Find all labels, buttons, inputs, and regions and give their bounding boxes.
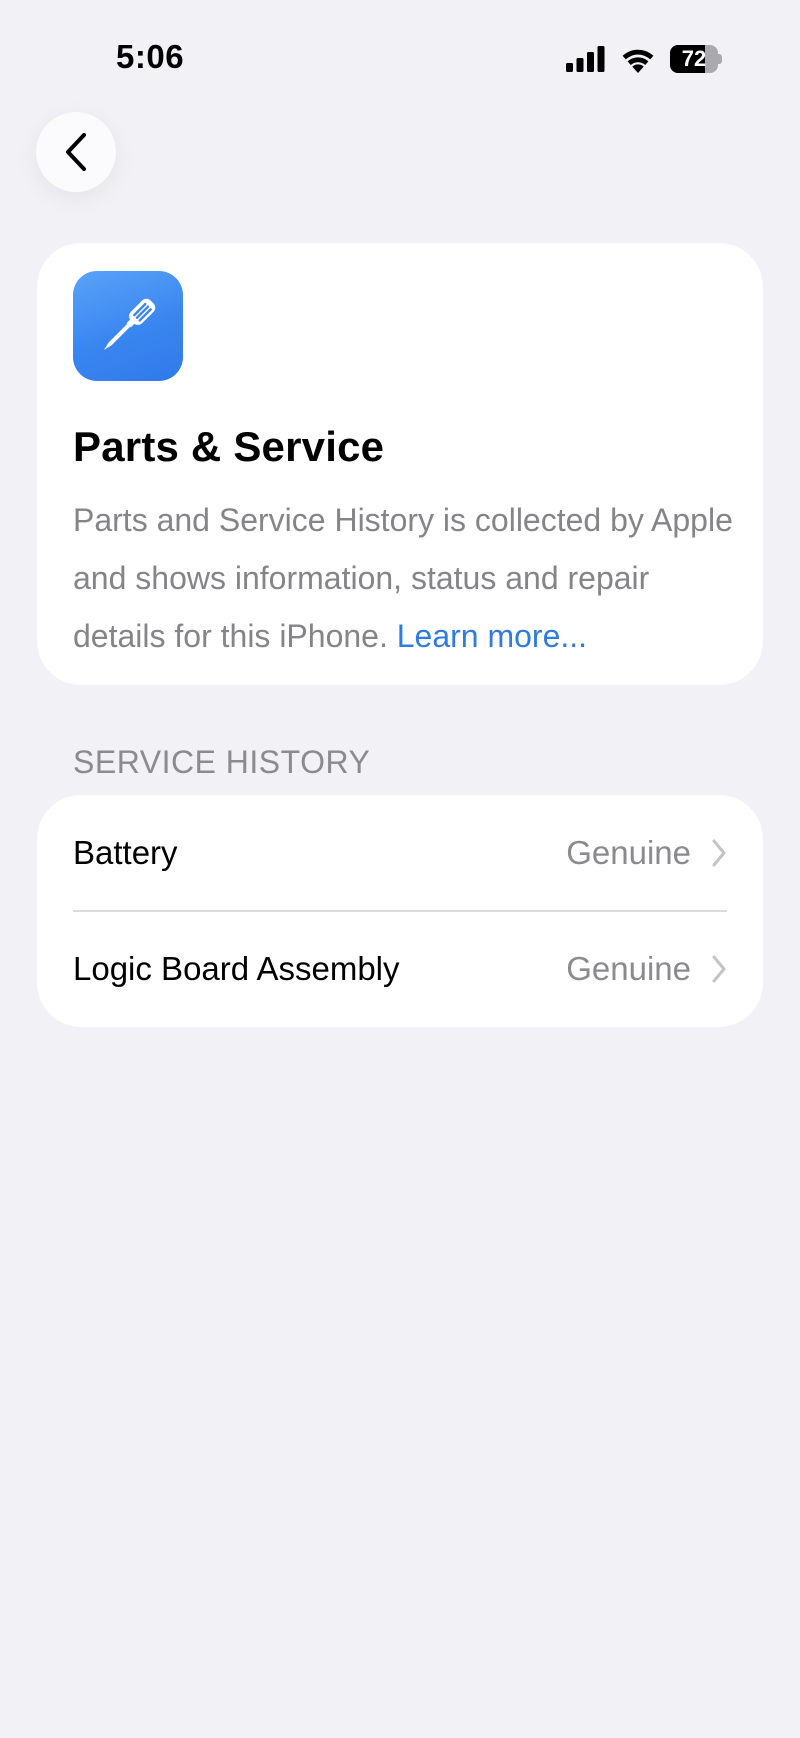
service-item-logic-board[interactable]: Logic Board Assembly Genuine xyxy=(37,911,763,1027)
back-button[interactable] xyxy=(36,112,116,192)
card-title: Parts & Service xyxy=(73,423,385,470)
screwdriver-icon xyxy=(103,298,156,351)
chevron-right-icon xyxy=(712,839,726,867)
status-icons: 72 xyxy=(566,44,722,74)
service-history-list: Battery Genuine Logic Board Assembly Gen… xyxy=(37,795,763,1027)
service-item-status: Genuine xyxy=(566,834,691,871)
wifi-icon xyxy=(622,49,654,73)
service-history-header: SERVICE HISTORY xyxy=(73,744,371,780)
parts-and-service-screen: 5:06 72 Parts & Service Parts and Servic… xyxy=(0,0,800,1738)
learn-more-link[interactable]: Learn more... xyxy=(397,618,587,654)
battery-nub xyxy=(718,54,722,64)
service-item-label: Battery xyxy=(73,834,178,871)
status-bar: 5:06 72 xyxy=(0,0,800,120)
parts-service-app-icon xyxy=(73,271,183,381)
parts-service-info-card: Parts & Service Parts and Service Histor… xyxy=(37,243,763,685)
service-item-battery[interactable]: Battery Genuine xyxy=(37,795,763,912)
service-item-status: Genuine xyxy=(566,950,691,987)
service-item-label: Logic Board Assembly xyxy=(73,950,400,987)
status-time: 5:06 xyxy=(116,38,185,75)
battery-level: 72 xyxy=(681,46,707,71)
card-description: Parts and Service History is collected b… xyxy=(73,491,733,665)
chevron-right-icon xyxy=(712,955,726,983)
cellular-signal-icon xyxy=(566,46,605,72)
chevron-left-icon xyxy=(66,133,86,171)
battery-indicator: 72 xyxy=(670,45,722,73)
